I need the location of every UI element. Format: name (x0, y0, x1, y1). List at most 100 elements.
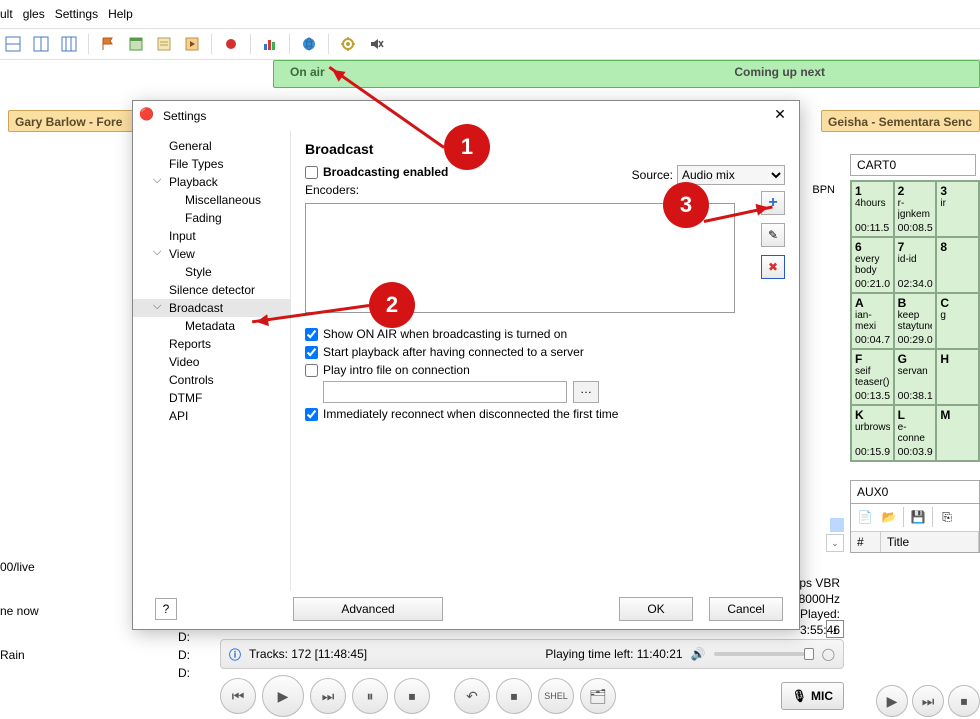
help-button[interactable]: ? (155, 598, 177, 620)
cart-cell[interactable]: 7id-id02:34.0 (894, 237, 937, 293)
reconnect-row[interactable]: Immediately reconnect when disconnected … (305, 407, 785, 421)
rewind-button[interactable]: ↶ (454, 678, 490, 714)
next-track: Geisha - Sementara Senc (821, 110, 980, 132)
mute-icon[interactable] (365, 33, 387, 55)
ok-button[interactable]: OK (619, 597, 693, 621)
tree-misc[interactable]: Miscellaneous (133, 191, 290, 209)
cart-cell[interactable]: 14hours00:11.5 (851, 181, 894, 237)
pause-button[interactable]: ⏸ (352, 678, 388, 714)
cart-cell[interactable]: Gservan00:38.1 (894, 349, 937, 405)
folder-button[interactable]: 🗂 (580, 678, 616, 714)
tree-input[interactable]: Input (133, 227, 290, 245)
cancel-button[interactable]: Cancel (709, 597, 783, 621)
chart-icon[interactable] (259, 33, 281, 55)
expand-icon[interactable]: ◯ (822, 647, 835, 661)
aux-tab[interactable]: AUX0 (850, 480, 980, 504)
tracks-count: Tracks: 172 [11:48:45] (249, 647, 367, 661)
enable-broadcast-checkbox[interactable] (305, 166, 318, 179)
shell-button[interactable]: SHEL (538, 678, 574, 714)
cart-cell[interactable]: Aian-mexi00:04.7 (851, 293, 894, 349)
intro-file-input[interactable] (323, 381, 567, 403)
now-playing: Gary Barlow - Fore (8, 110, 134, 132)
tree-filetypes[interactable]: File Types (133, 155, 290, 173)
scroll-highlight (830, 518, 844, 532)
cart-cell[interactable]: 6every body00:21.0 (851, 237, 894, 293)
play-button[interactable]: ▶ (262, 675, 304, 717)
tree-silence[interactable]: Silence detector (133, 281, 290, 299)
delete-encoder-button[interactable]: ✖ (761, 255, 785, 279)
cart-cell[interactable]: Kurbrows00:15.9 (851, 405, 894, 461)
tree-video[interactable]: Video (133, 353, 290, 371)
aux-col-num[interactable]: # (851, 532, 881, 552)
save-icon[interactable]: 💾 (908, 507, 928, 527)
aux-col-title[interactable]: Title (881, 532, 979, 552)
cart-cell[interactable]: 3ir (936, 181, 979, 237)
show-onair-row[interactable]: Show ON AIR when broadcasting is turned … (305, 327, 785, 341)
intro-file-row[interactable]: Play intro file on connection (305, 363, 785, 377)
flag-icon[interactable] (97, 33, 119, 55)
reconnect-checkbox[interactable] (305, 408, 318, 421)
tree-style[interactable]: Style (133, 263, 290, 281)
copy-icon[interactable]: ⎘ (937, 507, 957, 527)
layout-1-icon[interactable] (2, 33, 24, 55)
new-file-icon[interactable]: 📄 (855, 507, 875, 527)
cart-cell[interactable]: Bkeep staytune00:29.0 (894, 293, 937, 349)
tree-reports[interactable]: Reports (133, 335, 290, 353)
tree-view[interactable]: View (133, 245, 290, 263)
cart-cell[interactable]: 2r-jgnkem00:08.5 (894, 181, 937, 237)
layout-2-icon[interactable] (30, 33, 52, 55)
tree-controls[interactable]: Controls (133, 371, 290, 389)
aux-play-button[interactable]: ▶ (876, 685, 908, 717)
tree-general[interactable]: General (133, 137, 290, 155)
cart-cell[interactable]: M (936, 405, 979, 461)
prev-button[interactable]: ⏮ (220, 678, 256, 714)
start-playback-checkbox[interactable] (305, 346, 318, 359)
cart-tab[interactable]: CART0 (850, 154, 976, 176)
tree-playback[interactable]: Playback (133, 173, 290, 191)
cart-cell[interactable]: Fseif teaser()00:13.5 (851, 349, 894, 405)
show-onair-checkbox[interactable] (305, 328, 318, 341)
window-icon[interactable] (125, 33, 147, 55)
settings-tree: General File Types Playback Miscellaneou… (133, 131, 291, 591)
close-button[interactable]: ✕ (767, 106, 793, 126)
speaker-icon[interactable]: 🔊 (691, 647, 706, 661)
aux-stop-button[interactable]: ⏹ (948, 685, 980, 717)
menu-item[interactable]: ult (0, 7, 13, 21)
mic-button[interactable]: 🎙 MIC (781, 682, 844, 710)
intro-file-checkbox[interactable] (305, 364, 318, 377)
stop2-button[interactable]: ⏹ (496, 678, 532, 714)
start-playback-row[interactable]: Start playback after having connected to… (305, 345, 785, 359)
cart-cell[interactable]: Le-conne00:03.9 (894, 405, 937, 461)
download-icon[interactable]: ⭳ (826, 620, 844, 638)
volume-slider[interactable] (714, 652, 814, 656)
cart-cell[interactable]: H (936, 349, 979, 405)
broadcast-panel: Broadcast Broadcasting enabled Encoders:… (291, 131, 799, 591)
gear-icon[interactable] (337, 33, 359, 55)
cart-panel: CART0 14hours00:11.52r-jgnkem00:08.53ir 6… (850, 150, 980, 719)
panel-heading: Broadcast (305, 141, 785, 157)
play-small-icon[interactable] (181, 33, 203, 55)
next-button[interactable]: ⏭ (310, 678, 346, 714)
cart-cell[interactable]: 8 (936, 237, 979, 293)
tree-dtmf[interactable]: DTMF (133, 389, 290, 407)
tree-api[interactable]: API (133, 407, 290, 425)
tree-fading[interactable]: Fading (133, 209, 290, 227)
cart-cell[interactable]: Cg (936, 293, 979, 349)
menu-item[interactable]: gles (23, 7, 45, 21)
onair-bar (273, 60, 980, 88)
advanced-button[interactable]: Advanced (293, 597, 443, 621)
source-select[interactable]: Audio mix (677, 165, 785, 185)
browse-button[interactable]: … (573, 381, 599, 403)
open-icon[interactable]: 📂 (879, 507, 899, 527)
menu-item-settings[interactable]: Settings (55, 7, 98, 21)
stop-button[interactable]: ⏹ (394, 678, 430, 714)
globe-icon[interactable] (298, 33, 320, 55)
aux-next-button[interactable]: ⏭ (912, 685, 944, 717)
scroll-down-icon[interactable]: ⌄ (826, 534, 844, 552)
record-icon[interactable] (220, 33, 242, 55)
source-label: Source: (632, 168, 673, 182)
menu-item-help[interactable]: Help (108, 7, 133, 21)
layout-3-icon[interactable] (58, 33, 80, 55)
edit-encoder-button[interactable]: ✎ (761, 223, 785, 247)
form-icon[interactable] (153, 33, 175, 55)
